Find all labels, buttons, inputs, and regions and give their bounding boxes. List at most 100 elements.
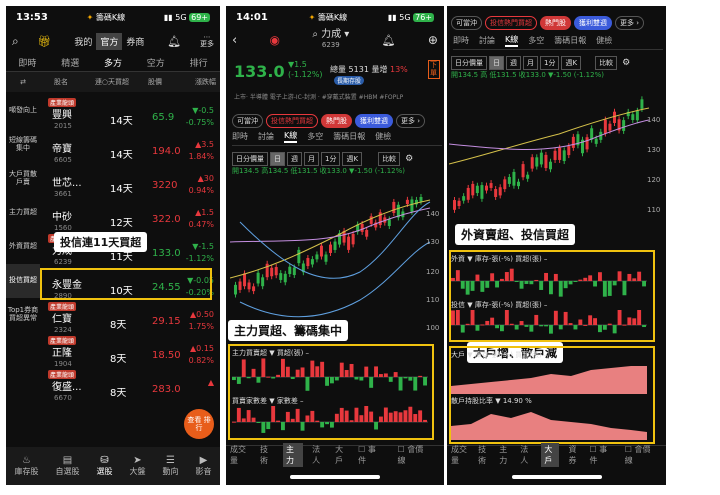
nav-market[interactable]: ➤ 大盤 xyxy=(130,454,146,477)
chip-daytrade[interactable]: 可當沖 xyxy=(451,16,482,30)
ctrl-month[interactable]: 月 xyxy=(304,152,319,166)
chip-hot[interactable]: 熱門股 xyxy=(321,114,352,128)
tab-chip-report[interactable]: 籌碼日報 xyxy=(554,35,586,46)
view-ranking-button[interactable]: 查看 排行 xyxy=(184,409,214,439)
ind-tab-tech[interactable]: 技術 xyxy=(478,444,490,466)
stock-selector[interactable]: ⌕ 力成 ▾ 6239 xyxy=(312,30,349,50)
indicator-trust-title[interactable]: 投信 ▼ 庫存-張(-%) 買超(張) – xyxy=(451,300,547,310)
chip-profit[interactable]: 獲利雙週 xyxy=(355,114,393,128)
gift-icon[interactable]: 🎁︎ xyxy=(38,35,52,48)
chip-trust-hot[interactable]: 投信熱門買超 xyxy=(485,16,537,30)
ctrl-day[interactable]: 日 xyxy=(270,152,285,166)
bell-icon[interactable]: 🔔︎ xyxy=(167,35,181,48)
ctrl-day[interactable]: 日 xyxy=(489,56,504,70)
stock-row[interactable]: 產業龍頭 復盛... 6670 8天 283.0 ▲ xyxy=(40,370,220,408)
indicator-big-title[interactable]: 大戶 ▼ 庫存-張(-%) 買超(張) – xyxy=(451,350,547,360)
compare-button[interactable]: 比較 xyxy=(595,56,618,70)
chip-trust-hot[interactable]: 投信熱門買超 xyxy=(266,114,318,128)
ind-tab-event[interactable]: ☐ 事件 xyxy=(358,444,388,466)
tab-chip-report[interactable]: 籌碼日報 xyxy=(333,131,365,142)
ind-tab-inst[interactable]: 法人 xyxy=(312,444,326,466)
tab-broker[interactable]: 券商 xyxy=(122,33,148,50)
ind-tab-main[interactable]: 主力 xyxy=(283,442,304,467)
sidebar-item-trust[interactable]: 投信買超 xyxy=(6,264,40,298)
ind-tab-margin[interactable]: 資券 xyxy=(568,444,580,466)
chip-hot[interactable]: 熱門股 xyxy=(540,16,571,30)
chip-more[interactable]: 更多 › xyxy=(396,114,426,128)
nav-watchlist[interactable]: ▤ 自選股 xyxy=(56,454,80,477)
ctrl-month[interactable]: 月 xyxy=(523,56,538,70)
sidebar-item-concentrate[interactable]: 短線籌碼集中 xyxy=(6,128,40,162)
filter-icon[interactable]: ⇄ xyxy=(6,78,40,86)
ctrl-week[interactable]: 週 xyxy=(506,56,521,70)
tab-health[interactable]: 健檢 xyxy=(596,35,612,46)
indicator-retail-title[interactable]: 散戶持股比率 ▼ 14.90 % xyxy=(451,396,532,406)
tab-bullbear[interactable]: 多空 xyxy=(307,131,323,142)
nav-screener[interactable]: ⛁ 選股 xyxy=(97,454,113,477)
compare-button[interactable]: 比較 xyxy=(378,152,401,166)
ctrl-1min[interactable]: 1分 xyxy=(321,152,341,166)
stock-row[interactable]: 世芯... 3661 14天 3220 ▲30 0.94% xyxy=(40,170,220,204)
ind-tab-big[interactable]: 大戶 xyxy=(335,444,349,466)
header-days[interactable]: 連○天買超 xyxy=(90,78,134,86)
tab-realtime[interactable]: 即時 xyxy=(232,131,248,142)
indicator1-title[interactable]: 主力買賣超 ▼ 買超(張) – xyxy=(232,348,309,358)
chip-more[interactable]: 更多 › xyxy=(615,16,645,30)
chip-profit[interactable]: 獲利雙週 xyxy=(574,16,612,30)
tab-realtime[interactable]: 即時 xyxy=(453,35,469,46)
tab-bullbear[interactable]: 多空 xyxy=(528,35,544,46)
sidebar-item-foreign[interactable]: 外資買超 xyxy=(6,230,40,264)
sidebar-item-top1[interactable]: Top1券商買超異常 xyxy=(6,298,40,332)
tab-official[interactable]: 官方 xyxy=(96,32,123,50)
ind-tab-main[interactable]: 主力 xyxy=(499,444,511,466)
long-term-badge[interactable]: 長期存股 xyxy=(334,76,365,85)
nav-holdings[interactable]: ♨ 庫存股 xyxy=(15,454,39,477)
tab-long[interactable]: 多方 xyxy=(104,56,122,69)
ctrl-intraday[interactable]: 日分價量 xyxy=(232,152,268,166)
tab-featured[interactable]: 精選 xyxy=(61,56,79,69)
ind-tab-inst[interactable]: 法人 xyxy=(520,444,532,466)
ind-tab-big[interactable]: 大戶 xyxy=(541,442,560,467)
ctrl-intraday[interactable]: 日分價量 xyxy=(451,56,487,70)
tab-kline[interactable]: K線 xyxy=(284,130,298,143)
indicator2-title[interactable]: 買賣家數差 ▼ 家數差 – xyxy=(232,396,304,406)
ind-tab-priceline[interactable]: ☐ 會價線 xyxy=(398,444,435,466)
bell-icon[interactable]: 🔔︎ xyxy=(382,34,396,47)
ind-tab-event[interactable]: ☐ 事件 xyxy=(590,444,616,466)
stock-row[interactable]: 帝寶 6605 14天 194.0 ▲3.5 1.84% xyxy=(40,136,220,170)
tab-ranking[interactable]: 排行 xyxy=(190,56,208,69)
search-icon[interactable]: ⌕ xyxy=(12,34,19,49)
ind-tab-volume[interactable]: 成交量 xyxy=(230,444,251,466)
sidebar-item-breakout[interactable]: 噸發向上 xyxy=(6,94,40,128)
nav-trends[interactable]: ☰ 動向 xyxy=(163,454,179,477)
indicator-foreign-title[interactable]: 外資 ▼ 庫存-張(-%) 買超(張) – xyxy=(451,254,547,264)
stock-row[interactable]: 產業龍頭 正隆 1904 8天 18.50 ▲0.15 0.82% xyxy=(40,336,220,374)
tab-mine[interactable]: 我的 xyxy=(70,33,96,50)
sidebar-item-bigbuy[interactable]: 大戶買散戶賣 xyxy=(6,162,40,196)
tab-realtime[interactable]: 即時 xyxy=(18,56,36,69)
chip-daytrade[interactable]: 可當沖 xyxy=(232,114,263,128)
tab-short[interactable]: 空方 xyxy=(147,56,165,69)
tab-health[interactable]: 健檢 xyxy=(375,131,391,142)
ctrl-1min[interactable]: 1分 xyxy=(540,56,560,70)
ind-tab-priceline[interactable]: ☐ 會價線 xyxy=(625,444,657,466)
header-change[interactable]: 漲跌幅 xyxy=(176,77,216,87)
tab-discuss[interactable]: 討論 xyxy=(258,131,274,142)
ctrl-week[interactable]: 週 xyxy=(287,152,302,166)
add-icon[interactable]: ⊕ xyxy=(428,33,438,47)
ctrl-weekk[interactable]: 週K xyxy=(561,56,582,70)
nav-video[interactable]: ▶ 影音 xyxy=(196,454,212,477)
ind-tab-volume[interactable]: 成交量 xyxy=(451,444,469,466)
stock-row[interactable]: 產業龍頭 仁寶 2324 8天 29.15 ▲0.50 1.75% xyxy=(40,302,220,340)
ind-tab-tech[interactable]: 技術 xyxy=(260,444,274,466)
header-name[interactable]: 股名 xyxy=(40,77,90,87)
more-menu[interactable]: ⋯ 更多 xyxy=(200,34,214,48)
gear-icon[interactable]: ⚙ xyxy=(402,153,416,165)
order-button[interactable]: 下單 xyxy=(428,60,440,80)
back-icon[interactable]: ‹ xyxy=(232,33,237,48)
tab-kline[interactable]: K線 xyxy=(505,34,519,47)
sidebar-item-main[interactable]: 主力買超 xyxy=(6,196,40,230)
robot-icon[interactable]: ◉ xyxy=(270,33,280,47)
header-price[interactable]: 股價 xyxy=(134,77,176,87)
tab-discuss[interactable]: 討論 xyxy=(479,35,495,46)
